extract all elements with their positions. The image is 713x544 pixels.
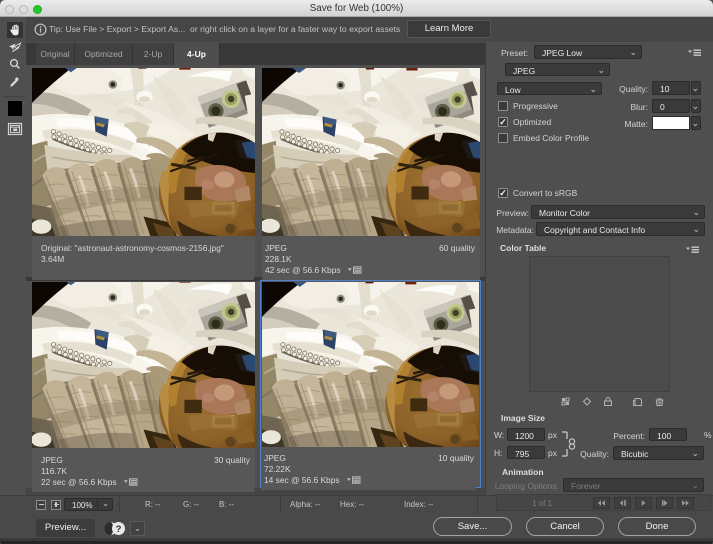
svg-text:?: ?	[116, 524, 122, 535]
